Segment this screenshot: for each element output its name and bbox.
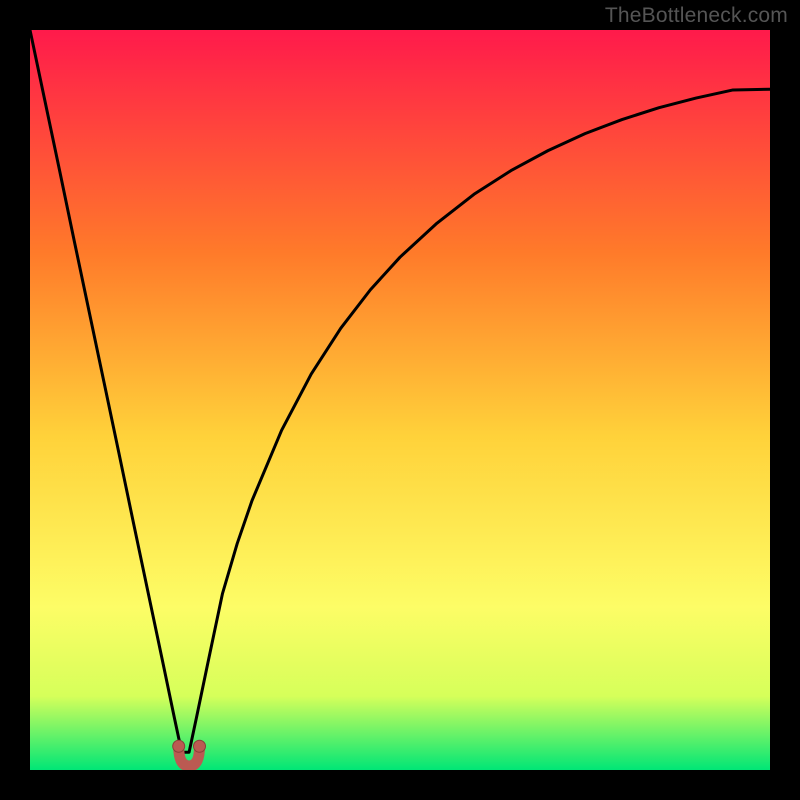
gradient-background: [30, 30, 770, 770]
plot-svg: [30, 30, 770, 770]
chart-frame: TheBottleneck.com: [0, 0, 800, 800]
watermark-text: TheBottleneck.com: [605, 4, 788, 28]
plot-area: [30, 30, 770, 770]
min-marker-dot: [173, 740, 185, 752]
min-marker-dot: [194, 740, 206, 752]
